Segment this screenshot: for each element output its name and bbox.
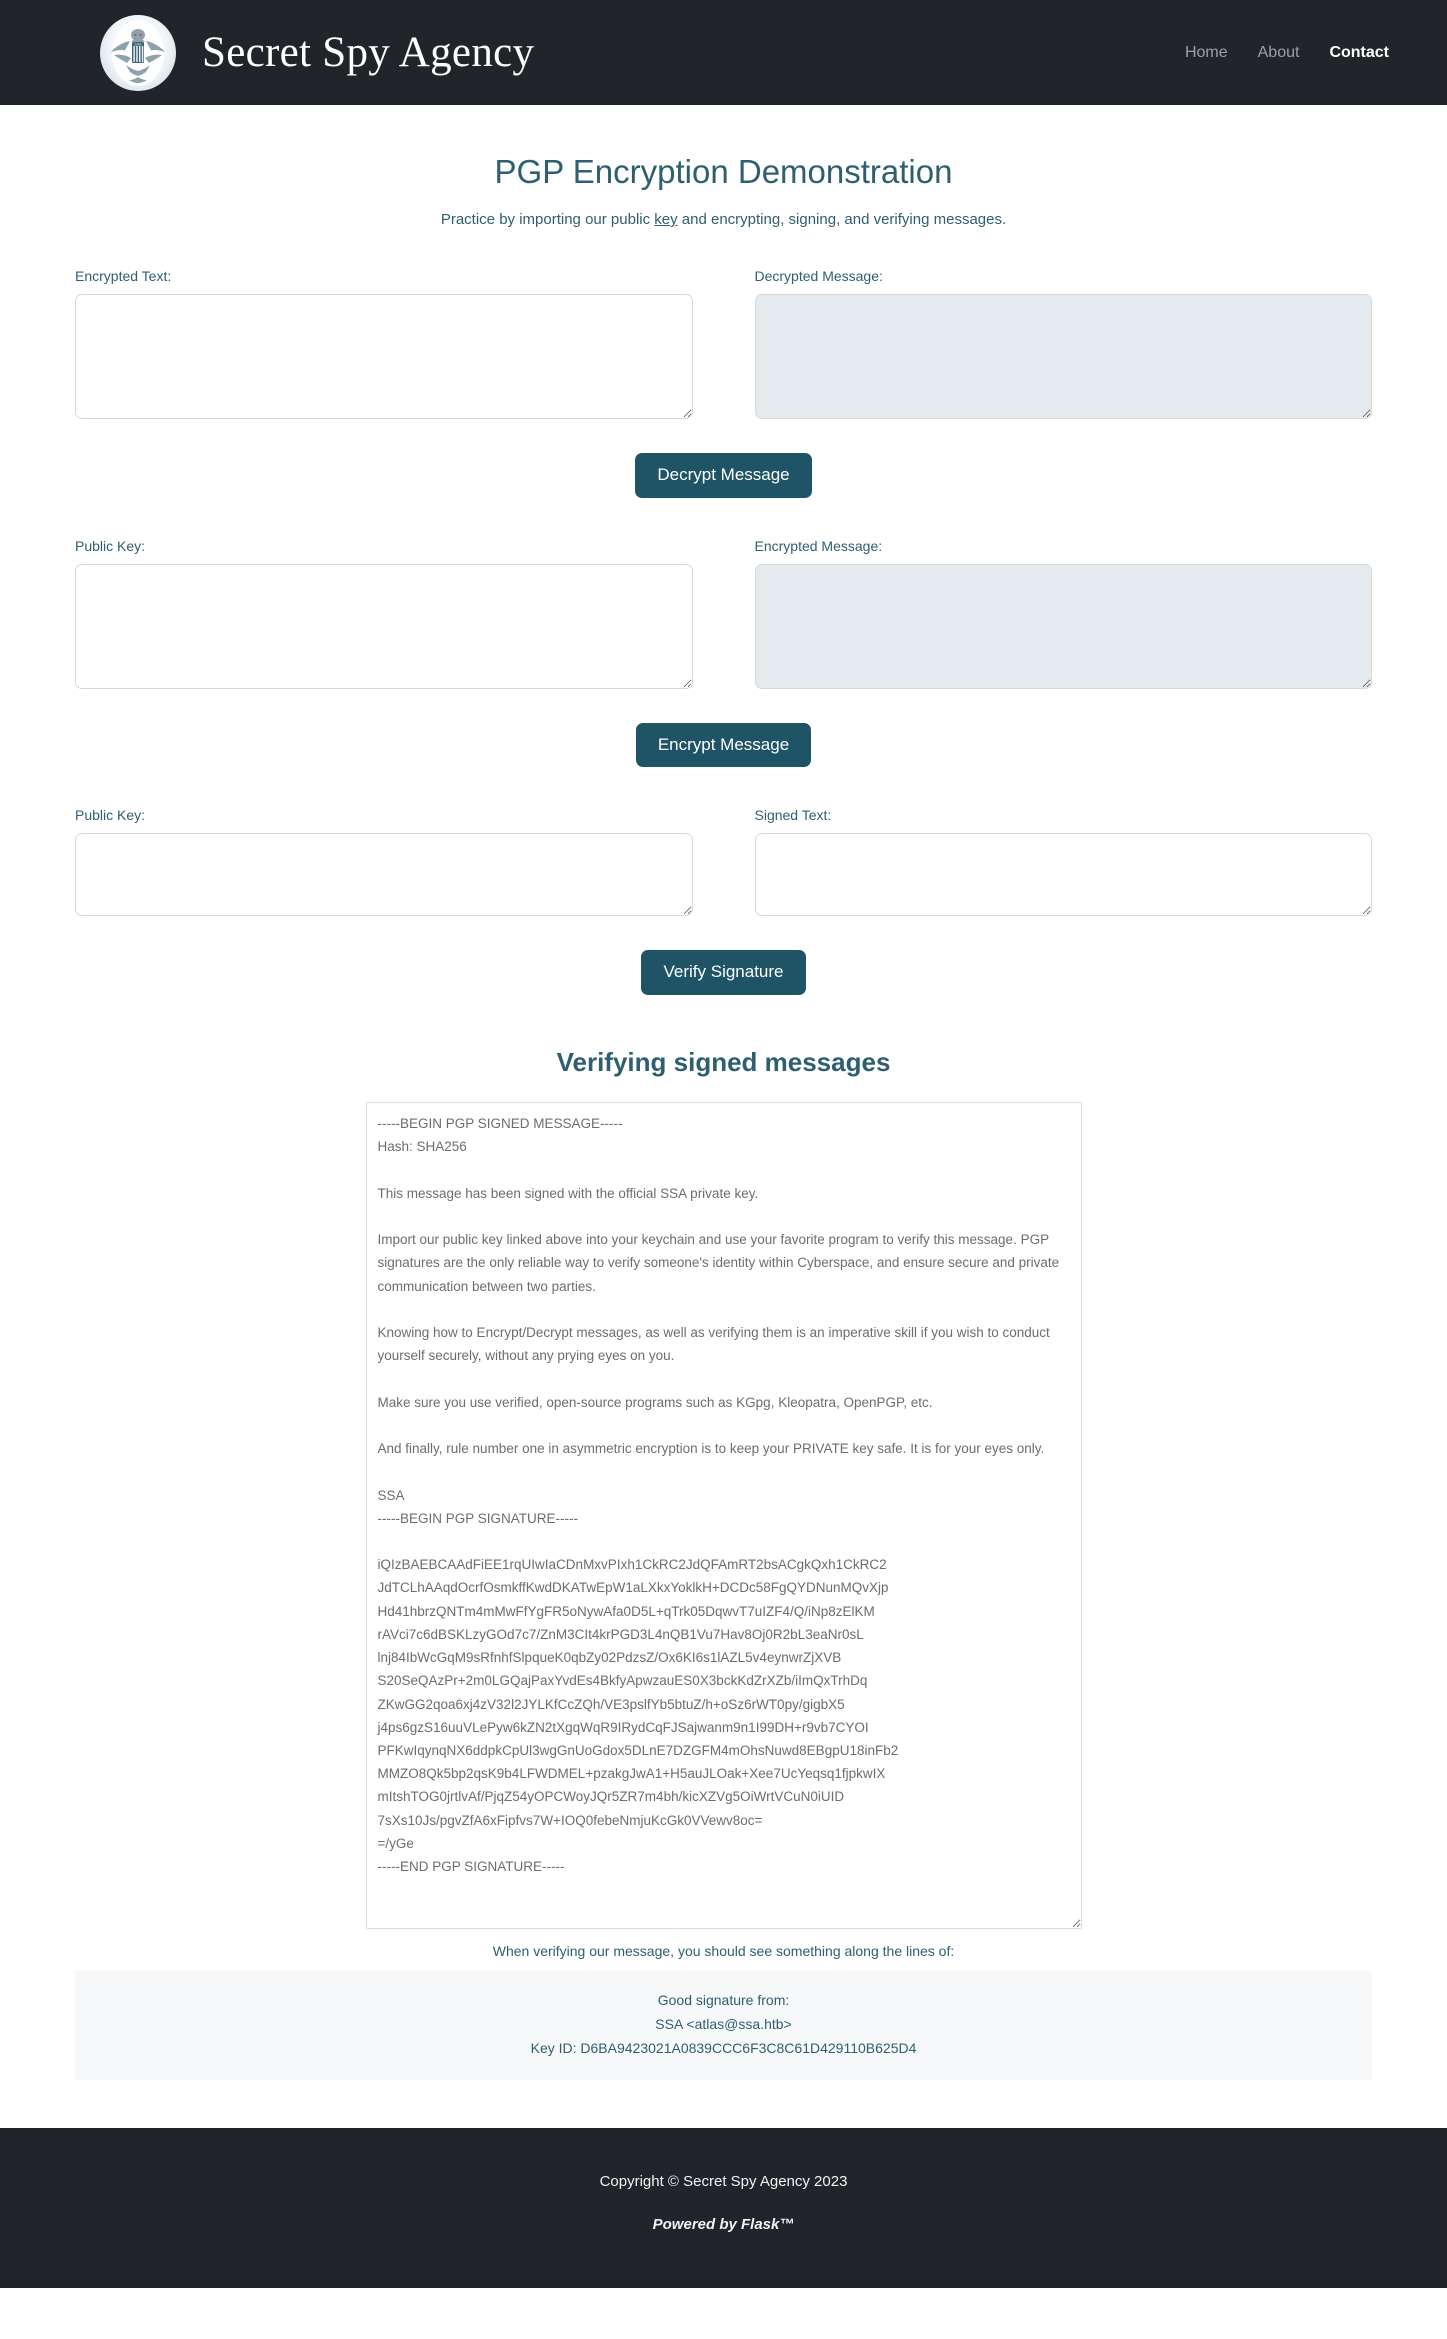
signed-text-label: Signed Text: — [754, 807, 832, 824]
result-key-id: Key ID: D6BA9423021A0839CCC6F3C8C61D4291… — [530, 2040, 917, 2057]
verify-public-key-field-group: Public Key: — [75, 807, 693, 917]
encrypt-public-key-field-group: Public Key: — [75, 538, 693, 689]
result-signer-identity: SSA <atlas@ssa.htb> — [655, 2016, 792, 2033]
page-subtitle: Practice by importing our public key and… — [75, 211, 1372, 228]
public-key-link[interactable]: key — [654, 211, 677, 228]
verify-public-key-label: Public Key: — [75, 807, 146, 824]
decrypted-message-output[interactable] — [754, 294, 1372, 419]
decrypted-message-field-group: Decrypted Message: — [754, 268, 1372, 419]
signed-text-field-group: Signed Text: — [754, 807, 1372, 917]
verify-signature-button[interactable]: Verify Signature — [641, 950, 806, 996]
encrypt-public-key-label: Public Key: — [75, 537, 146, 554]
decrypted-message-label: Decrypted Message: — [754, 268, 883, 284]
main-navigation: Home About Contact — [1185, 44, 1399, 62]
site-header: SSA Secret Spy Agency Home About Contact — [0, 0, 1447, 105]
verify-field-row: Public Key: Signed Text: — [75, 807, 1372, 917]
verify-heading: Verifying signed messages — [556, 1047, 891, 1078]
page-title: PGP Encryption Demonstration — [494, 153, 953, 190]
signed-message-wrapper — [75, 1102, 1372, 1930]
brand-title: Secret Spy Agency — [202, 29, 535, 76]
nav-link-home[interactable]: Home — [1185, 44, 1228, 62]
encrypt-section: Public Key: Encrypted Message: Encrypt M… — [75, 538, 1372, 768]
verify-button-row: Verify Signature — [75, 950, 1372, 996]
encrypted-message-label: Encrypted Message: — [754, 537, 883, 554]
site-footer: Copyright © Secret Spy Agency 2023 Power… — [0, 2128, 1447, 2289]
page-subtitle-text-after: and encrypting, signing, and verifying m… — [677, 211, 1007, 228]
signed-text-input[interactable] — [754, 833, 1372, 917]
agency-seal-eagle-icon: SSA — [100, 14, 176, 91]
encrypt-public-key-input[interactable] — [75, 563, 693, 689]
verify-caption: When verifying our message, you should s… — [492, 1943, 955, 1960]
signed-message-sample[interactable] — [365, 1102, 1082, 1930]
decrypt-section: Encrypted Text: Decrypted Message: Decry… — [75, 268, 1372, 498]
footer-copyright: Copyright © Secret Spy Agency 2023 — [599, 2173, 848, 2191]
encrypt-message-button[interactable]: Encrypt Message — [635, 722, 812, 768]
main-content: PGP Encryption Demonstration Practice by… — [0, 153, 1447, 2081]
encrypted-text-label: Encrypted Text: — [75, 268, 172, 284]
encrypted-message-field-group: Encrypted Message: — [754, 537, 1372, 689]
verification-result-panel: Good signature from: SSA <atlas@ssa.htb>… — [75, 1971, 1372, 2081]
decrypt-message-button[interactable]: Decrypt Message — [635, 453, 812, 498]
encrypted-text-field-group: Encrypted Text: — [75, 268, 693, 419]
decrypt-field-row: Encrypted Text: Decrypted Message: — [75, 268, 1372, 419]
brand[interactable]: SSA Secret Spy Agency — [100, 14, 1185, 91]
decrypt-button-row: Decrypt Message — [75, 453, 1372, 498]
verify-public-key-input[interactable] — [75, 833, 693, 917]
svg-text:SSA: SSA — [134, 42, 142, 46]
nav-link-contact[interactable]: Contact — [1329, 44, 1389, 62]
encrypt-field-row: Public Key: Encrypted Message: — [75, 538, 1372, 689]
page-subtitle-text-before: Practice by importing our public — [440, 211, 655, 228]
result-good-signature: Good signature from: — [657, 1992, 790, 2009]
nav-link-about[interactable]: About — [1258, 44, 1300, 62]
encrypted-text-input[interactable] — [75, 294, 693, 419]
verify-section: Public Key: Signed Text: Verify Signatur… — [75, 807, 1372, 996]
encrypted-message-output[interactable] — [754, 563, 1372, 689]
footer-powered-by: Powered by Flask™ — [652, 2216, 795, 2234]
encrypt-button-row: Encrypt Message — [75, 722, 1372, 768]
